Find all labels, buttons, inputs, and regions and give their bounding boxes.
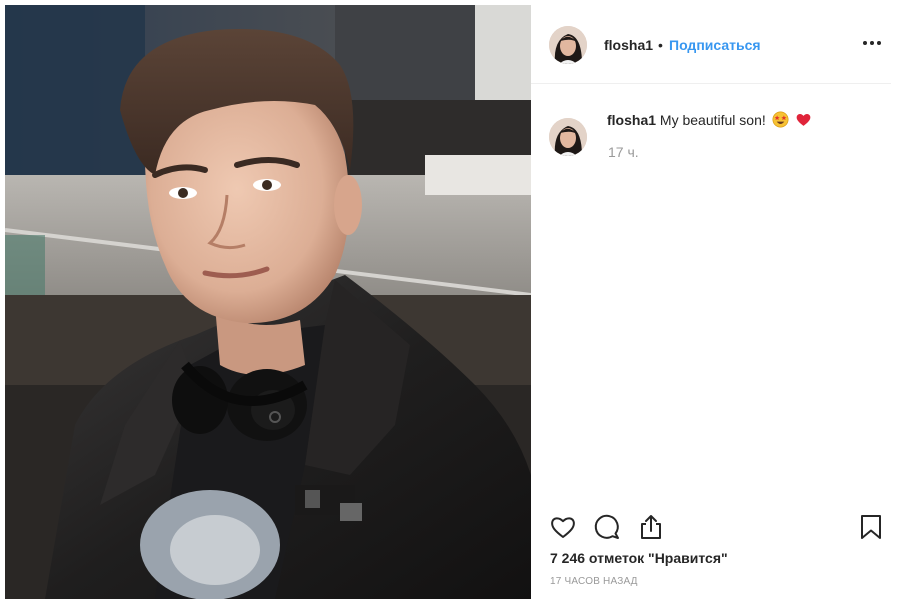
caption-avatar[interactable]: [549, 118, 587, 156]
red-heart-emoji-icon: [796, 114, 810, 126]
heart-icon[interactable]: [549, 513, 577, 541]
header-separator: •: [658, 37, 663, 53]
star-struck-emoji-icon: [772, 111, 789, 128]
more-dot: [877, 41, 881, 45]
likes-count[interactable]: 7 246 отметок "Нравится": [550, 550, 728, 566]
avatar-image: [549, 26, 587, 64]
heart-icon-svg: [551, 517, 575, 538]
avatar-image: [549, 118, 587, 156]
photo-illustration: [5, 5, 531, 599]
post-photo[interactable]: [5, 5, 531, 599]
follow-button[interactable]: Подписаться: [669, 37, 761, 53]
post-side-panel: flosha1 • Подписаться flosha1 My beautif…: [531, 5, 891, 599]
caption-time: 17 ч.: [608, 144, 639, 160]
more-horizontal-icon[interactable]: [861, 35, 883, 51]
share-icon-svg: [641, 515, 661, 539]
action-bar: [531, 508, 891, 548]
share-icon[interactable]: [637, 513, 665, 541]
bookmark-icon[interactable]: [857, 513, 885, 541]
bookmark-icon-svg: [861, 515, 881, 539]
avatar[interactable]: [549, 26, 587, 64]
header-username-link[interactable]: flosha1: [604, 37, 653, 53]
post-header: flosha1 • Подписаться: [531, 5, 891, 84]
more-dot: [870, 41, 874, 45]
post-timestamp[interactable]: 17 ЧАСОВ НАЗАД: [550, 576, 638, 587]
caption-username-link[interactable]: flosha1: [607, 112, 656, 128]
caption-text: My beautiful son!: [659, 112, 766, 128]
caption-comment: flosha1 My beautiful son!: [607, 111, 812, 129]
comment-icon-svg: [594, 514, 619, 539]
comment-icon[interactable]: [593, 513, 621, 541]
more-dot: [863, 41, 867, 45]
